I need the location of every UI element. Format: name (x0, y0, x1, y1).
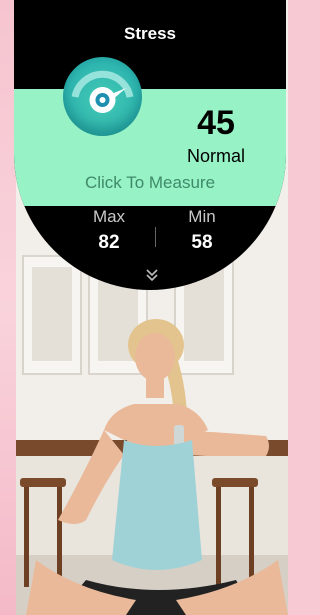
watch-face: Stress 45 Normal Click To Measure Max 82… (14, 0, 286, 290)
max-value: 82 (98, 232, 120, 253)
max-label: Max (92, 207, 126, 226)
stress-gauge-icon (63, 57, 142, 136)
page-title: Stress (124, 24, 176, 43)
max-stat: Max 82 (69, 207, 149, 254)
min-label: Min (188, 207, 216, 226)
min-value: 58 (191, 232, 213, 253)
stat-divider (155, 227, 156, 247)
stress-status: Normal (186, 146, 245, 166)
min-stat: Min 58 (162, 207, 242, 254)
stress-value: 45 (197, 104, 235, 142)
chevron-down-icon[interactable] (146, 268, 158, 282)
measure-button[interactable]: Click To Measure (14, 173, 286, 193)
